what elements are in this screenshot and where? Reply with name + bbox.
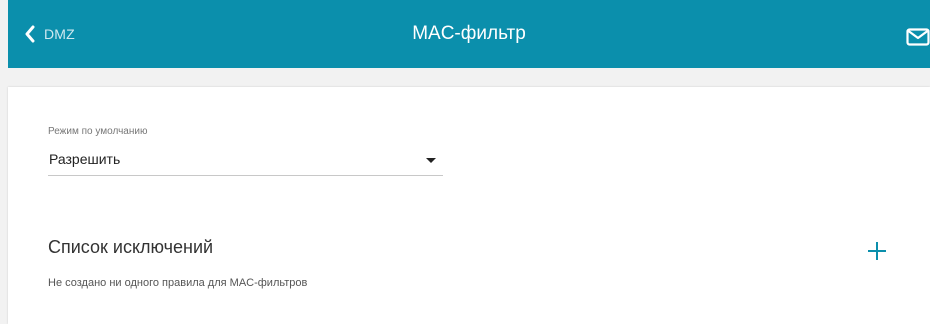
header-bar: DMZ MAC-фильтр — [8, 0, 930, 68]
content-card: Режим по умолчанию Разрешить Список искл… — [8, 87, 930, 324]
default-mode-label: Режим по умолчанию — [48, 126, 148, 137]
page: DMZ MAC-фильтр Режим по умолчанию Разреш… — [0, 0, 930, 324]
default-mode-value: Разрешить — [49, 151, 121, 167]
plus-icon[interactable] — [866, 240, 888, 262]
caret-down-icon — [426, 158, 436, 163]
exceptions-title: Список исключений — [48, 237, 214, 257]
page-title: MAC-фильтр — [412, 23, 526, 44]
empty-rules-message: Не создано ни одного правила для MAC-фил… — [48, 277, 308, 289]
default-mode-select[interactable]: Разрешить — [48, 145, 443, 176]
mail-icon[interactable] — [906, 28, 930, 46]
